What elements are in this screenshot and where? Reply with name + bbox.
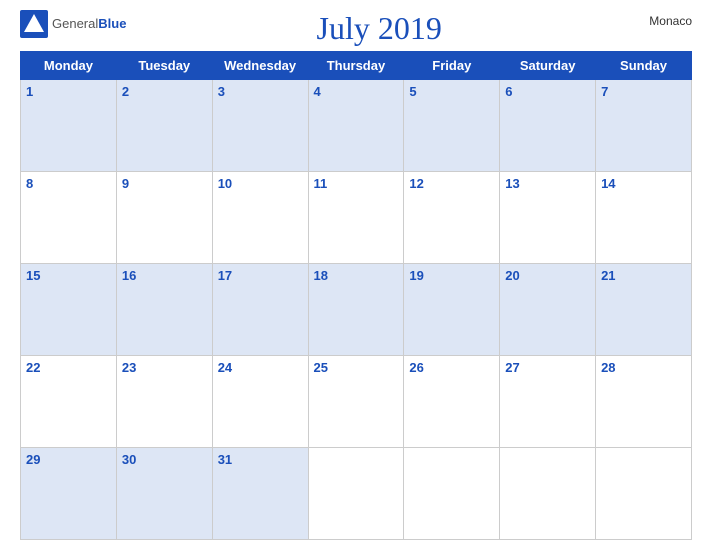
day-header-friday: Friday	[404, 52, 500, 80]
calendar-week-row: 1234567	[21, 80, 692, 172]
calendar-body: 1234567891011121314151617181920212223242…	[21, 80, 692, 540]
calendar-day-empty	[596, 448, 692, 540]
logo: GeneralBlue	[20, 10, 126, 38]
calendar-table: MondayTuesdayWednesdayThursdayFridaySatu…	[20, 51, 692, 540]
calendar-day-empty	[308, 448, 404, 540]
day-header-monday: Monday	[21, 52, 117, 80]
calendar-day-15: 15	[21, 264, 117, 356]
calendar-day-1: 1	[21, 80, 117, 172]
day-header-wednesday: Wednesday	[212, 52, 308, 80]
calendar-day-2: 2	[116, 80, 212, 172]
calendar-day-3: 3	[212, 80, 308, 172]
calendar-day-empty	[404, 448, 500, 540]
calendar-day-22: 22	[21, 356, 117, 448]
calendar-title: July 2019	[126, 10, 632, 47]
calendar-day-6: 6	[500, 80, 596, 172]
calendar-day-10: 10	[212, 172, 308, 264]
calendar-day-23: 23	[116, 356, 212, 448]
calendar-day-14: 14	[596, 172, 692, 264]
calendar-week-row: 22232425262728	[21, 356, 692, 448]
calendar-day-21: 21	[596, 264, 692, 356]
calendar-day-30: 30	[116, 448, 212, 540]
calendar-day-4: 4	[308, 80, 404, 172]
calendar-day-27: 27	[500, 356, 596, 448]
calendar-day-8: 8	[21, 172, 117, 264]
calendar-week-row: 293031	[21, 448, 692, 540]
calendar-day-18: 18	[308, 264, 404, 356]
day-header-sunday: Sunday	[596, 52, 692, 80]
calendar-day-12: 12	[404, 172, 500, 264]
calendar-week-row: 15161718192021	[21, 264, 692, 356]
calendar-week-row: 891011121314	[21, 172, 692, 264]
day-header-saturday: Saturday	[500, 52, 596, 80]
calendar-day-31: 31	[212, 448, 308, 540]
calendar-day-9: 9	[116, 172, 212, 264]
calendar-day-16: 16	[116, 264, 212, 356]
calendar-day-17: 17	[212, 264, 308, 356]
title-area: July 2019	[126, 10, 632, 47]
calendar-day-19: 19	[404, 264, 500, 356]
calendar-day-28: 28	[596, 356, 692, 448]
calendar-day-26: 26	[404, 356, 500, 448]
day-header-thursday: Thursday	[308, 52, 404, 80]
calendar-day-25: 25	[308, 356, 404, 448]
logo-text: GeneralBlue	[52, 15, 126, 33]
logo-icon	[20, 10, 48, 38]
header: GeneralBlue July 2019 Monaco	[20, 10, 692, 47]
calendar-day-5: 5	[404, 80, 500, 172]
calendar-day-20: 20	[500, 264, 596, 356]
day-header-tuesday: Tuesday	[116, 52, 212, 80]
country-label: Monaco	[632, 10, 692, 28]
calendar-day-7: 7	[596, 80, 692, 172]
calendar-day-empty	[500, 448, 596, 540]
calendar-day-11: 11	[308, 172, 404, 264]
calendar-day-29: 29	[21, 448, 117, 540]
calendar-day-13: 13	[500, 172, 596, 264]
calendar-header-row: MondayTuesdayWednesdayThursdayFridaySatu…	[21, 52, 692, 80]
calendar-day-24: 24	[212, 356, 308, 448]
